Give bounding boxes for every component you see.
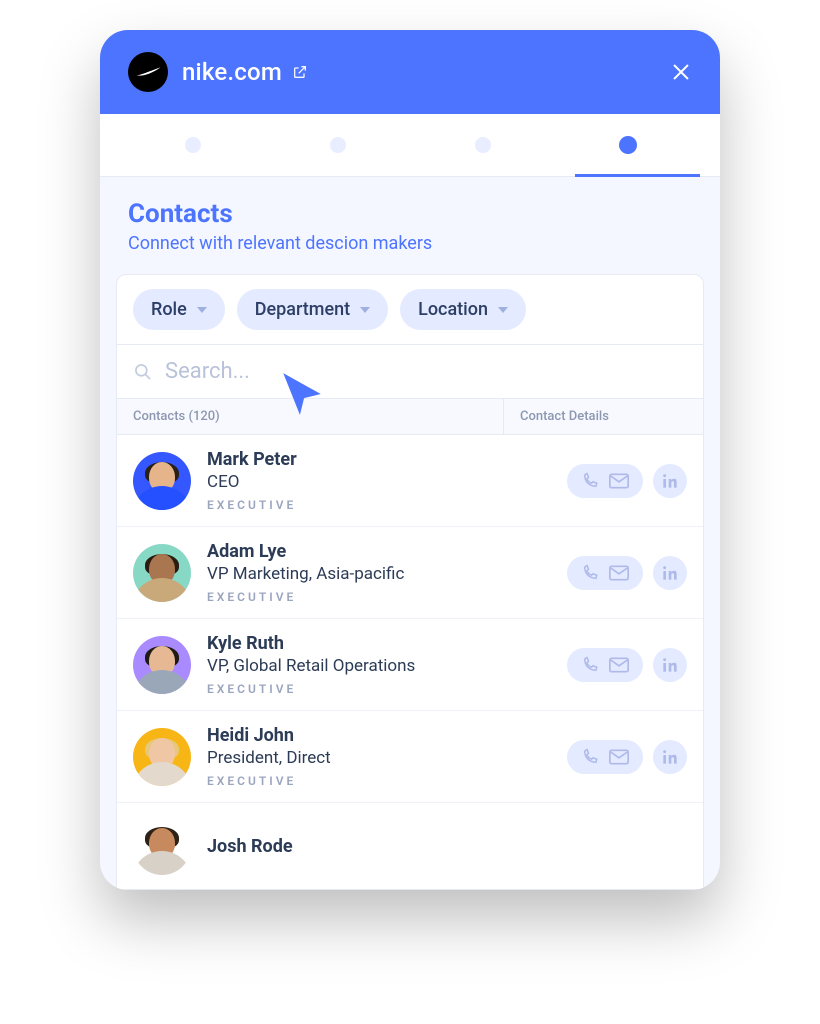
contact-meta: Adam Lye VP Marketing, Asia-pacific EXEC… xyxy=(207,541,551,604)
tab-dot-icon xyxy=(475,137,491,153)
contact-title: VP, Global Retail Operations xyxy=(207,656,551,676)
avatar xyxy=(133,636,191,694)
avatar xyxy=(133,817,191,875)
close-icon[interactable] xyxy=(670,61,692,83)
open-external-icon[interactable] xyxy=(292,64,308,80)
contact-row[interactable]: Kyle Ruth VP, Global Retail Operations E… xyxy=(117,619,703,711)
search-row xyxy=(117,345,703,398)
contacts-panel: Role Department Location Contact xyxy=(116,274,704,890)
call-email-button[interactable] xyxy=(567,740,643,774)
linkedin-button[interactable] xyxy=(653,556,687,590)
contact-meta: Kyle Ruth VP, Global Retail Operations E… xyxy=(207,633,551,696)
contact-actions xyxy=(567,556,687,590)
linkedin-icon xyxy=(662,473,678,489)
contact-title: CEO xyxy=(207,472,551,492)
call-email-button[interactable] xyxy=(567,464,643,498)
cursor-icon xyxy=(277,369,327,419)
filter-label: Role xyxy=(151,299,187,320)
contact-title: VP Marketing, Asia-pacific xyxy=(207,564,551,584)
contacts-list: Mark Peter CEO EXECUTIVE Adam Lye VP Mar… xyxy=(117,435,703,889)
tab-contacts[interactable] xyxy=(555,114,700,176)
contact-actions xyxy=(567,464,687,498)
phone-icon xyxy=(581,472,599,490)
contact-meta: Heidi John President, Direct EXECUTIVE xyxy=(207,725,551,788)
search-input[interactable] xyxy=(165,359,687,384)
contact-name: Josh Rode xyxy=(207,836,687,857)
mail-icon xyxy=(609,657,629,673)
contacts-panel-card: nike.com Contacts Connect with relevant … xyxy=(100,30,720,890)
filter-row: Role Department Location xyxy=(117,275,703,345)
contact-row[interactable]: Heidi John President, Direct EXECUTIVE xyxy=(117,711,703,803)
chevron-down-icon xyxy=(498,307,508,313)
contact-row[interactable]: Adam Lye VP Marketing, Asia-pacific EXEC… xyxy=(117,527,703,619)
tab-3[interactable] xyxy=(410,114,555,176)
col-details-header: Contact Details xyxy=(503,399,703,434)
mail-icon xyxy=(609,473,629,489)
tab-dot-icon xyxy=(619,136,637,154)
chevron-down-icon xyxy=(197,307,207,313)
swoosh-icon xyxy=(135,66,161,78)
brand-logo xyxy=(128,52,168,92)
phone-icon xyxy=(581,564,599,582)
search-icon xyxy=(133,362,153,382)
panel-header: nike.com xyxy=(100,30,720,114)
contact-tag: EXECUTIVE xyxy=(207,682,551,696)
linkedin-icon xyxy=(662,565,678,581)
linkedin-button[interactable] xyxy=(653,648,687,682)
contact-title: President, Direct xyxy=(207,748,551,768)
tab-bar xyxy=(100,114,720,177)
contact-name: Adam Lye xyxy=(207,541,551,562)
domain-label: nike.com xyxy=(182,58,282,86)
contact-tag: EXECUTIVE xyxy=(207,774,551,788)
contact-name: Mark Peter xyxy=(207,449,551,470)
linkedin-icon xyxy=(662,657,678,673)
phone-icon xyxy=(581,748,599,766)
contact-meta: Mark Peter CEO EXECUTIVE xyxy=(207,449,551,512)
section-subtitle: Connect with relevant descion makers xyxy=(128,233,692,254)
tab-1[interactable] xyxy=(120,114,265,176)
contact-row[interactable]: Josh Rode xyxy=(117,803,703,889)
linkedin-button[interactable] xyxy=(653,740,687,774)
avatar xyxy=(133,544,191,602)
section-head: Contacts Connect with relevant descion m… xyxy=(100,177,720,264)
chevron-down-icon xyxy=(360,307,370,313)
linkedin-icon xyxy=(662,749,678,765)
contact-name: Kyle Ruth xyxy=(207,633,551,654)
tab-dot-icon xyxy=(330,137,346,153)
contact-actions xyxy=(567,648,687,682)
filter-department[interactable]: Department xyxy=(237,289,388,330)
call-email-button[interactable] xyxy=(567,556,643,590)
avatar xyxy=(133,728,191,786)
filter-label: Department xyxy=(255,299,350,320)
contact-row[interactable]: Mark Peter CEO EXECUTIVE xyxy=(117,435,703,527)
contact-name: Heidi John xyxy=(207,725,551,746)
section-title: Contacts xyxy=(128,199,692,229)
contact-meta: Josh Rode xyxy=(207,836,687,857)
column-headers: Contacts (120) Contact Details xyxy=(117,398,703,435)
filter-role[interactable]: Role xyxy=(133,289,225,330)
call-email-button[interactable] xyxy=(567,648,643,682)
filter-location[interactable]: Location xyxy=(400,289,526,330)
contact-actions xyxy=(567,740,687,774)
mail-icon xyxy=(609,565,629,581)
filter-label: Location xyxy=(418,299,488,320)
contact-tag: EXECUTIVE xyxy=(207,590,551,604)
tab-2[interactable] xyxy=(265,114,410,176)
linkedin-button[interactable] xyxy=(653,464,687,498)
mail-icon xyxy=(609,749,629,765)
avatar xyxy=(133,452,191,510)
phone-icon xyxy=(581,656,599,674)
tab-dot-icon xyxy=(185,137,201,153)
contact-tag: EXECUTIVE xyxy=(207,498,551,512)
